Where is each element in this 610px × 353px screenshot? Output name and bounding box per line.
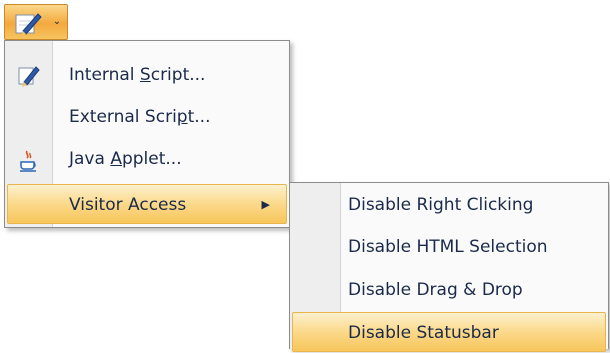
submenu-item-disable-drag-drop[interactable]: Disable Drag & Drop: [292, 270, 606, 310]
menu-item-label: Java Applet...: [69, 149, 182, 169]
submenu-arrow-icon: ▶: [261, 198, 270, 211]
insert-script-split-button[interactable]: ⌄: [4, 4, 68, 40]
menu-item-visitor-access[interactable]: Visitor Access ▶: [7, 184, 287, 224]
submenu-item-label: Disable Drag & Drop: [348, 280, 523, 300]
submenu-item-disable-html-selection[interactable]: Disable HTML Selection: [292, 227, 606, 267]
submenu-item-label: Disable Right Clicking: [348, 195, 534, 215]
menu-item-java-applet[interactable]: Java Applet...: [7, 139, 287, 179]
chevron-down-icon[interactable]: ⌄: [51, 15, 63, 29]
menu-item-label: Visitor Access: [69, 195, 187, 215]
pen-icon: [17, 63, 41, 87]
menu-item-label: External Script...: [69, 107, 211, 127]
submenu-item-disable-right-clicking[interactable]: Disable Right Clicking: [292, 185, 606, 225]
visitor-access-submenu: Disable Right Clicking Disable HTML Sele…: [289, 182, 609, 352]
submenu-item-label: Disable HTML Selection: [348, 237, 548, 257]
java-icon: [17, 147, 41, 172]
submenu-item-disable-statusbar[interactable]: Disable Statusbar: [292, 312, 606, 352]
submenu-item-label: Disable Statusbar: [348, 323, 499, 343]
script-dropdown-menu: Internal Script... External Script... Ja…: [4, 40, 290, 228]
menu-item-label: Internal Script...: [69, 65, 206, 85]
menu-item-external-script[interactable]: External Script...: [7, 97, 287, 137]
pen-icon: [13, 9, 43, 37]
menu-item-internal-script[interactable]: Internal Script...: [7, 55, 287, 95]
